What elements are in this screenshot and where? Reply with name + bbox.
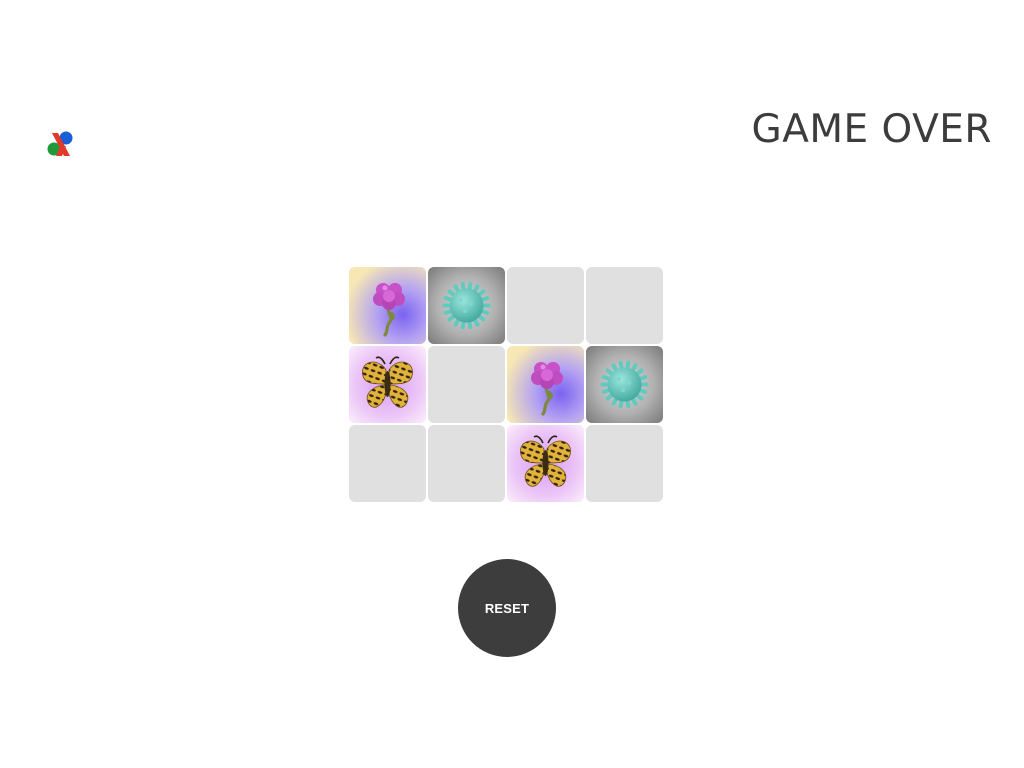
card-hidden[interactable] [507,267,584,344]
card-revealed-butterfly[interactable] [507,425,584,502]
game-status: GAME OVER [751,107,992,152]
virus-icon [586,346,663,423]
card-hidden[interactable] [428,346,505,423]
butterfly-icon [349,346,426,423]
card-hidden[interactable] [586,267,663,344]
card-hidden[interactable] [349,425,426,502]
virus-icon [428,267,505,344]
game-logo-icon [47,131,73,156]
flower-icon [507,346,584,423]
game-screen: GAME OVER RESET [0,0,1024,768]
card-revealed-virus[interactable] [428,267,505,344]
butterfly-icon [507,425,584,502]
card-hidden[interactable] [586,425,663,502]
card-revealed-virus[interactable] [586,346,663,423]
card-hidden[interactable] [428,425,505,502]
card-revealed-flower[interactable] [349,267,426,344]
flower-icon [349,267,426,344]
card-revealed-butterfly[interactable] [349,346,426,423]
game-board [349,267,663,502]
reset-button[interactable]: RESET [458,559,556,657]
card-revealed-flower[interactable] [507,346,584,423]
